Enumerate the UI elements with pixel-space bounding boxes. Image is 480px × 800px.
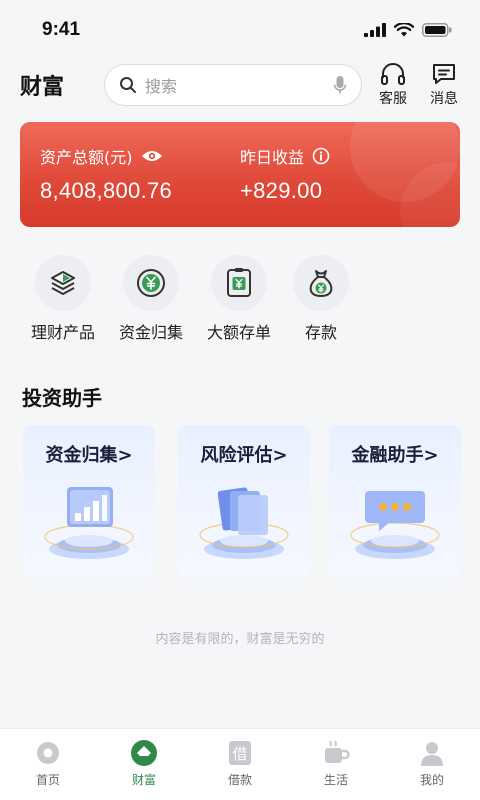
tab-label: 财富	[131, 773, 156, 787]
coffee-icon	[325, 740, 350, 763]
info-icon[interactable]	[312, 147, 330, 165]
bar-chart-icon	[44, 487, 134, 559]
quick-entry-label: 存款	[304, 323, 337, 342]
messages-button[interactable]: 消息	[424, 62, 464, 108]
assistant-card-risk-assessment[interactable]: 风险评估>	[178, 425, 310, 577]
yesterday-income-label-row: 昨日收益	[240, 144, 330, 168]
tab-label: 我的	[419, 773, 444, 787]
certificate-icon	[227, 268, 251, 297]
quick-entry-large-deposit[interactable]: 大额存单	[194, 255, 284, 343]
tab-home[interactable]: 首页	[18, 739, 78, 788]
battery-icon	[422, 23, 452, 37]
tab-label: 生活	[323, 773, 348, 787]
wealth-icon	[131, 740, 157, 766]
yesterday-income-value: +829.00	[240, 178, 323, 203]
signal-icon	[364, 23, 386, 37]
tab-label: 首页	[35, 773, 60, 787]
assistant-card-financial-assistant[interactable]: 金融助手>	[329, 425, 461, 577]
assistant-card-fund-collection[interactable]: 资金归集>	[23, 425, 155, 577]
tab-label: 借款	[227, 773, 252, 787]
search-input[interactable]: 搜索	[104, 64, 362, 106]
assistant-card-title: 资金归集>	[45, 445, 133, 466]
quick-entry-icon-bg	[123, 255, 179, 311]
total-assets-label-row: 资产总额(元)	[40, 144, 172, 168]
quick-entry-label: 理财产品	[30, 323, 95, 342]
total-assets-block: 资产总额(元) 8,408,800.76	[40, 144, 172, 204]
home-icon	[37, 742, 59, 764]
documents-icon	[199, 487, 289, 559]
messages-label: 消息	[430, 91, 458, 107]
tab-loan[interactable]: 借 借款	[210, 739, 270, 788]
quick-entry-fund-collection[interactable]: 资金归集	[106, 255, 196, 343]
headset-icon	[381, 63, 405, 85]
customer-service-button[interactable]: 客服	[373, 62, 413, 108]
eye-icon[interactable]	[141, 149, 163, 163]
total-assets-value: 8,408,800.76	[40, 178, 173, 203]
yesterday-income-label: 昨日收益	[240, 148, 305, 167]
tab-bar: 首页 财富 借 借款 生活 我的	[0, 728, 480, 800]
status-icons	[364, 23, 452, 37]
quick-entry-icon-bg	[293, 255, 349, 311]
tab-wealth[interactable]: 财富	[114, 739, 174, 788]
loan-icon: 借	[229, 741, 251, 765]
quick-entry-deposit[interactable]: 存款	[276, 255, 366, 343]
quick-entry-wealth-products[interactable]: 理财产品	[18, 255, 108, 343]
assistant-section-title: 投资助手	[22, 386, 102, 410]
microphone-icon[interactable]	[333, 75, 347, 95]
total-assets-label: 资产总额(元)	[40, 148, 133, 167]
message-icon	[433, 64, 455, 84]
status-bar: 9:41	[0, 0, 480, 60]
status-time: 9:41	[42, 19, 81, 40]
chat-bubble-icon	[350, 491, 440, 559]
wifi-icon	[394, 23, 414, 37]
quick-entry-label: 资金归集	[118, 323, 183, 342]
quick-entry-label: 大额存单	[206, 323, 271, 342]
profile-icon	[421, 742, 443, 766]
quick-entries: 理财产品 资金归集 大额存单 存款	[0, 255, 480, 355]
customer-service-label: 客服	[379, 91, 407, 107]
svg-text:借: 借	[232, 745, 247, 763]
tab-profile[interactable]: 我的	[402, 739, 462, 788]
search-placeholder: 搜索	[145, 77, 178, 96]
quick-entry-icon-bg	[35, 255, 91, 311]
slogan: 内容是有限的，财富是无穷的	[155, 632, 325, 647]
quick-entry-icon-bg	[211, 255, 267, 311]
money-bag-icon	[309, 270, 333, 297]
assistant-card-title: 风险评估>	[200, 445, 288, 466]
assistant-card-title: 金融助手>	[351, 445, 439, 466]
search-icon	[120, 77, 136, 93]
header: 财富 搜索 客服 消息	[0, 62, 480, 108]
asset-card[interactable]: 资产总额(元) 8,408,800.76 昨日收益 +829.00	[20, 122, 460, 227]
page-title: 财富	[20, 75, 65, 100]
tab-life[interactable]: 生活	[306, 739, 366, 788]
layers-icon	[51, 271, 75, 295]
yesterday-income-block: 昨日收益 +829.00	[240, 144, 330, 204]
yuan-coin-icon	[137, 269, 165, 297]
